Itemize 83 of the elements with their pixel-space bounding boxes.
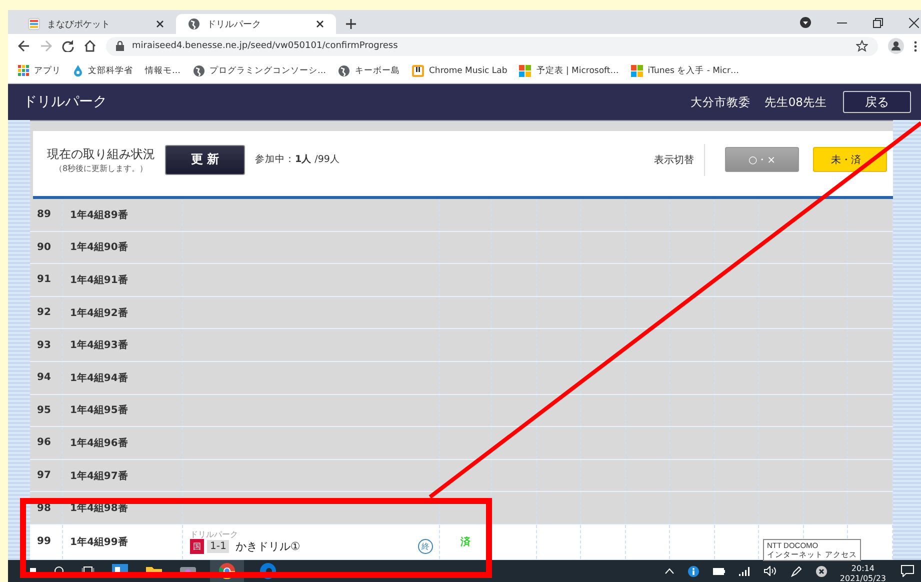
lock-icon xyxy=(116,41,124,51)
row-number: 99 xyxy=(37,536,51,548)
row-number: 93 xyxy=(37,340,51,351)
restore-icon[interactable] xyxy=(873,18,883,28)
student-name: 1年4組89番 xyxy=(70,208,128,222)
clock[interactable]: 20:14 2021/05/23 xyxy=(840,564,886,582)
refresh-button[interactable]: 更 新 xyxy=(165,144,245,174)
row-number: 92 xyxy=(37,307,51,318)
student-name: 1年4組94番 xyxy=(70,372,128,385)
finished-mark: 終 xyxy=(418,538,433,554)
student-name: 1年4組95番 xyxy=(70,404,128,418)
row-number: 94 xyxy=(37,372,51,384)
piano-icon xyxy=(412,64,424,76)
new-tab-icon[interactable] xyxy=(346,19,356,29)
participant-count: 参加中：1人 /99人 xyxy=(255,153,340,166)
info-icon[interactable] xyxy=(688,566,699,576)
subject-badge: 国 xyxy=(190,538,204,554)
windows-logo-icon xyxy=(630,64,643,76)
apps-grid-icon xyxy=(18,65,29,76)
status-text: 済 xyxy=(460,535,470,549)
signal-icon[interactable] xyxy=(738,566,750,576)
clock-time: 20:14 xyxy=(851,564,874,574)
organization-name: 大分市教委 xyxy=(690,94,750,110)
bookmark[interactable]: アプリ xyxy=(18,64,61,76)
back-button[interactable]: 戻る xyxy=(843,91,911,113)
drill-title: かきドリル① xyxy=(235,538,300,554)
globe-icon xyxy=(192,64,204,76)
back-arrow-icon[interactable] xyxy=(18,40,30,52)
student-name: 1年4組97番 xyxy=(70,470,128,483)
avatar-icon[interactable] xyxy=(888,38,904,54)
row-number: 91 xyxy=(37,274,51,286)
windows-logo-icon xyxy=(519,64,532,76)
user-name: 先生08先生 xyxy=(764,94,827,110)
error-icon[interactable] xyxy=(816,566,827,576)
student-name: 1年4組96番 xyxy=(70,436,128,450)
row-number: 97 xyxy=(37,470,51,482)
student-name: 1年4組99番 xyxy=(70,536,128,549)
student-name: 1年4組91番 xyxy=(70,274,128,287)
drop-icon xyxy=(73,64,83,76)
menu-icon[interactable] xyxy=(914,40,917,52)
close-icon[interactable] xyxy=(316,20,324,28)
pen-icon[interactable] xyxy=(790,566,802,576)
bookmark[interactable]: iTunes を入手 - Micr… xyxy=(630,64,739,76)
student-name: 1年4組90番 xyxy=(70,240,128,254)
bookmark[interactable]: 予定表 | Microsoft… xyxy=(519,64,619,76)
student-name: 1年4組92番 xyxy=(70,306,128,320)
clock-date: 2021/05/23 xyxy=(840,574,886,582)
app-icon xyxy=(28,18,40,30)
status-title: 現在の取り組み状況 xyxy=(47,146,155,162)
address-bar[interactable]: miraiseed4.benesse.ne.jp/seed/vw050101/confirmProgress xyxy=(106,36,878,56)
row-number: 89 xyxy=(37,209,51,220)
close-icon[interactable] xyxy=(909,18,919,28)
star-icon[interactable] xyxy=(856,40,868,52)
close-icon[interactable] xyxy=(156,20,164,28)
url-text: miraiseed4.benesse.ne.jp/seed/vw050101/confirmProgress xyxy=(132,41,398,51)
bookmark[interactable]: 情報モ… xyxy=(145,64,180,76)
profile-dropdown-icon[interactable] xyxy=(800,17,811,28)
notification-icon[interactable] xyxy=(901,565,914,577)
bookmark[interactable]: Chrome Music Lab xyxy=(412,64,508,76)
battery-icon[interactable] xyxy=(712,568,725,574)
caret-icon[interactable] xyxy=(664,568,674,574)
volume-icon[interactable] xyxy=(764,566,777,576)
reload-icon[interactable] xyxy=(62,40,74,52)
drill-source: ドリルパーク xyxy=(190,530,238,539)
student-name: 1年4組93番 xyxy=(70,338,128,352)
display-toggle-button[interactable]: 未・済 xyxy=(813,147,887,172)
unit-badge: 1-1 xyxy=(207,540,230,553)
row-number: 96 xyxy=(37,437,51,448)
bookmark[interactable]: キーボー島 xyxy=(338,64,400,76)
globe-icon xyxy=(188,18,200,30)
app-title: ドリルパーク xyxy=(23,93,107,111)
browser-tab[interactable]: ドリルパーク xyxy=(176,14,336,34)
bookmark[interactable]: 文部科学省 xyxy=(73,64,133,76)
display-toggle-label: 表示切替 xyxy=(654,154,694,166)
globe-icon xyxy=(338,64,350,76)
row-number: 95 xyxy=(37,404,51,416)
refresh-note: （8秒後に更新します。） xyxy=(54,162,148,174)
row-number: 98 xyxy=(37,502,51,514)
home-icon[interactable] xyxy=(84,40,96,52)
browser-icon[interactable] xyxy=(219,563,235,579)
bookmark[interactable]: プログラミングコンソーシ… xyxy=(192,64,326,76)
row-number: 90 xyxy=(37,242,51,253)
browser-tab[interactable]: まなびポケット xyxy=(16,14,176,34)
